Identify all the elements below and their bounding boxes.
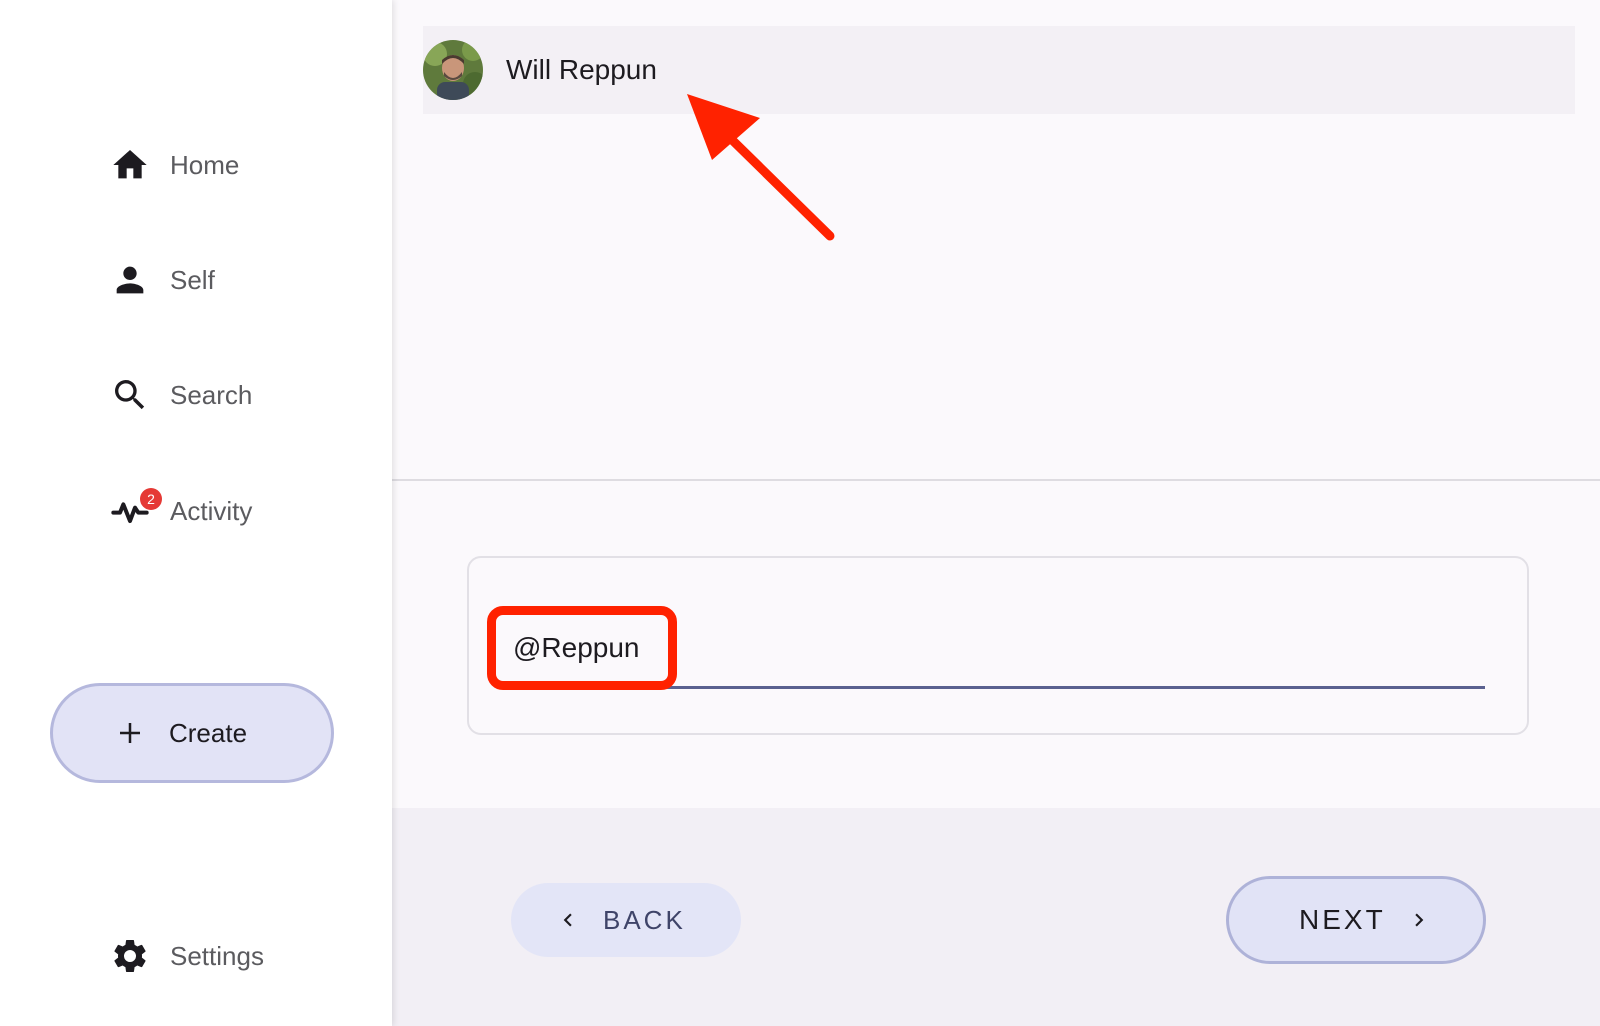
annotation-highlight xyxy=(487,606,677,690)
sidebar-item-label: Home xyxy=(170,149,240,180)
create-label: Create xyxy=(169,717,248,748)
gear-icon xyxy=(108,934,152,978)
sidebar: Home Self Search 2 Activity Create Setti… xyxy=(0,0,392,1026)
sidebar-item-label: Activity xyxy=(170,495,253,526)
sidebar-item-home[interactable]: Home xyxy=(108,141,239,189)
back-button[interactable]: BACK xyxy=(511,883,741,957)
home-icon xyxy=(108,143,152,187)
sidebar-item-settings[interactable]: Settings xyxy=(108,932,264,980)
bottom-action-bar: BACK NEXT xyxy=(392,808,1600,1026)
create-button[interactable]: Create xyxy=(50,683,334,783)
avatar xyxy=(423,40,483,100)
user-result-row[interactable]: Will Reppun xyxy=(423,26,1575,114)
sidebar-item-search[interactable]: Search xyxy=(108,371,252,419)
next-label: NEXT xyxy=(1299,904,1386,935)
handle-input-card: @Reppun xyxy=(467,556,1529,735)
next-button[interactable]: NEXT xyxy=(1226,876,1486,964)
chevron-left-icon xyxy=(555,907,581,933)
back-label: BACK xyxy=(603,904,686,935)
notification-badge: 2 xyxy=(140,488,162,510)
main-panel: Will Reppun @Reppun BACK NEXT xyxy=(392,0,1600,1026)
chevron-right-icon xyxy=(1406,907,1432,933)
sidebar-item-label: Search xyxy=(170,379,253,410)
section-divider xyxy=(392,479,1600,481)
sidebar-item-label: Self xyxy=(170,264,215,295)
activity-icon: 2 xyxy=(108,488,162,533)
user-name: Will Reppun xyxy=(506,54,657,85)
search-icon xyxy=(108,373,152,417)
sidebar-item-self[interactable]: Self xyxy=(108,256,215,304)
sidebar-item-label: Settings xyxy=(170,940,264,971)
plus-icon xyxy=(113,716,147,750)
sidebar-item-activity[interactable]: 2 Activity xyxy=(108,487,252,535)
person-icon xyxy=(108,258,152,302)
